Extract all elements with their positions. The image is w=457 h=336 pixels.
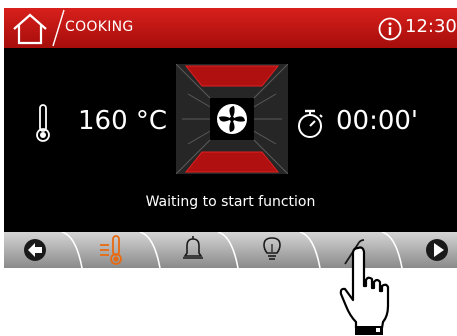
info-icon[interactable] bbox=[378, 17, 402, 41]
home-icon[interactable] bbox=[10, 11, 50, 47]
breadcrumb-separator bbox=[52, 9, 65, 47]
play-icon[interactable] bbox=[422, 232, 452, 268]
clock-time: 12:30 bbox=[405, 16, 457, 37]
temperature-icon[interactable] bbox=[98, 232, 130, 268]
thermometer-icon bbox=[36, 104, 50, 142]
oven-screen: COOKING 12:30 160 °C 00:00' Waiting to s… bbox=[0, 0, 457, 276]
light-bulb-icon[interactable] bbox=[258, 232, 286, 268]
timer-value[interactable]: 00:00' bbox=[336, 106, 418, 136]
bell-icon[interactable] bbox=[178, 232, 208, 268]
temperature-value[interactable]: 160 °C bbox=[78, 106, 167, 136]
oven-cavity-icon[interactable] bbox=[176, 64, 288, 174]
top-bar: COOKING 12:30 bbox=[4, 8, 457, 48]
pointing-hand-icon bbox=[339, 246, 390, 335]
main-panel: 160 °C 00:00' Waiting to start function bbox=[4, 48, 457, 232]
stopwatch-icon bbox=[298, 109, 323, 138]
breadcrumb-title: COOKING bbox=[65, 19, 134, 35]
back-arrow-icon[interactable] bbox=[20, 232, 50, 268]
status-message: Waiting to start function bbox=[145, 194, 316, 210]
